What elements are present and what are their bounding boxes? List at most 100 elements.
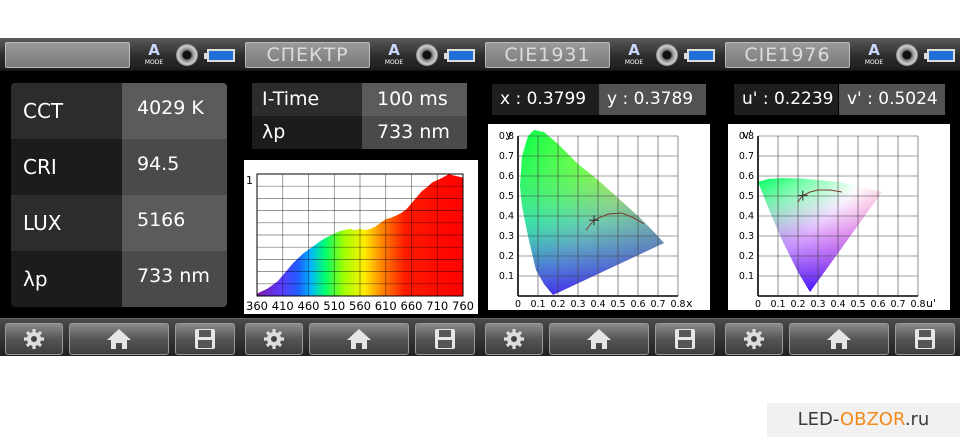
home-button[interactable] (789, 323, 889, 355)
x-tick-label: 0.5 (610, 299, 625, 310)
cct-value: 4029 K (122, 83, 227, 139)
mode-label: MODE (144, 59, 164, 66)
battery-icon (204, 49, 235, 62)
y-tick-label: 0.7 (739, 151, 754, 162)
y-tick-label: 0.2 (499, 251, 514, 262)
peak-wavelength-label: λp (11, 251, 122, 307)
save-button[interactable] (415, 323, 475, 355)
screen-title: CIE1931 (485, 42, 610, 68)
home-icon (347, 329, 371, 349)
battery-icon (444, 49, 475, 62)
x-tick-label: 0.7 (650, 299, 665, 310)
cct-label: CCT (11, 83, 122, 139)
x-tick-label: 760 (452, 299, 474, 313)
lux-label: LUX (11, 195, 122, 251)
x-tick-label: 410 (272, 299, 294, 313)
x-tick-label: 0 (515, 299, 521, 310)
home-button[interactable] (309, 323, 409, 355)
home-button[interactable] (69, 323, 169, 355)
save-button[interactable] (655, 323, 715, 355)
mode-label: MODE (384, 59, 404, 66)
x-tick-label: 560 (349, 299, 371, 313)
integration-time-value: 100 ms (362, 83, 467, 116)
home-icon (827, 329, 851, 349)
battery-icon (924, 49, 955, 62)
x-tick-label: 0.6 (870, 299, 885, 310)
table-row: CCT 4029 K (11, 83, 227, 139)
watermark-part2: OBZOR (839, 409, 905, 430)
top-bar: СПЕКТР A MODE (240, 38, 480, 71)
x-tick-label: 710 (426, 299, 448, 313)
x-axis-label: u' (926, 297, 936, 310)
peak-wavelength-value: 733 nm (362, 116, 467, 149)
top-bar: CIE1976 A MODE (720, 38, 960, 71)
x-tick-label: 0.3 (810, 299, 825, 310)
y-tick-label: 0.3 (499, 231, 514, 242)
settings-button[interactable] (245, 323, 303, 355)
bottom-bar (240, 318, 480, 356)
x-tick-label: 0.7 (890, 299, 905, 310)
bottom-bar (0, 318, 240, 356)
y-coordinate: y : 0.3789 (599, 84, 706, 115)
camera-icon[interactable] (416, 44, 438, 66)
top-bar: CIE1931 A MODE (480, 38, 720, 71)
top-bar: A MODE (0, 38, 240, 71)
save-button[interactable] (175, 323, 235, 355)
y-tick-label: 0.6 (499, 171, 514, 182)
camera-icon[interactable] (656, 44, 678, 66)
screen-title: СПЕКТР (245, 42, 370, 68)
battery-icon (684, 49, 715, 62)
y-tick-label: 0.4 (499, 211, 514, 222)
gear-icon (504, 329, 524, 349)
lux-value: 5166 (122, 195, 227, 251)
integration-time-label: I-Time (252, 83, 362, 116)
settings-button[interactable] (5, 323, 63, 355)
x-tick-label: 0.5 (850, 299, 865, 310)
x-axis-label: x (686, 297, 693, 310)
gear-icon (744, 329, 764, 349)
y-tick-label: 0.1 (499, 271, 514, 282)
y-tick-label: 0.2 (739, 251, 754, 262)
table-row: λp 733 nm (11, 251, 227, 307)
mode-letter: A (628, 41, 640, 59)
y-tick-label: 0.1 (739, 271, 754, 282)
settings-button[interactable] (725, 323, 783, 355)
y-tick-label: 0.5 (739, 191, 754, 202)
save-icon (915, 329, 935, 349)
x-tick-label: 510 (323, 299, 345, 313)
peak-wavelength-value: 733 nm (122, 251, 227, 307)
x-tick-label: 0.8 (910, 299, 925, 310)
screen-title (5, 42, 130, 68)
cri-value: 94.5 (122, 139, 227, 195)
watermark-part1: LED- (797, 409, 840, 430)
gear-icon (24, 329, 44, 349)
y-axis-label: v' (742, 128, 752, 141)
mode-icon[interactable]: A MODE (860, 41, 888, 69)
x-tick-label: 0.2 (790, 299, 805, 310)
mode-icon[interactable]: A MODE (620, 41, 648, 69)
camera-icon[interactable] (896, 44, 918, 66)
x-tick-label: 0.4 (590, 299, 605, 310)
peak-wavelength-label: λp (252, 116, 362, 149)
screen-title: CIE1976 (725, 42, 850, 68)
mode-label: MODE (624, 59, 644, 66)
mode-icon[interactable]: A MODE (140, 41, 168, 69)
y-tick-label: 0.5 (499, 191, 514, 202)
settings-button[interactable] (485, 323, 543, 355)
bottom-bar (480, 318, 720, 356)
save-button[interactable] (895, 323, 955, 355)
x-tick-label: 0.8 (670, 299, 685, 310)
x-tick-label: 0 (755, 299, 761, 310)
mode-icon[interactable]: A MODE (380, 41, 408, 69)
watermark: LED-OBZOR.ru (767, 403, 960, 437)
cri-label: CRI (11, 139, 122, 195)
y-tick-label: 1 (246, 174, 253, 187)
x-tick-label: 0.4 (830, 299, 845, 310)
y-tick-label: 0.3 (739, 231, 754, 242)
home-button[interactable] (549, 323, 649, 355)
mode-letter: A (148, 41, 160, 59)
gear-icon (264, 329, 284, 349)
camera-icon[interactable] (176, 44, 198, 66)
y-tick-label: 0.7 (499, 151, 514, 162)
x-tick-label: 0.1 (530, 299, 545, 310)
